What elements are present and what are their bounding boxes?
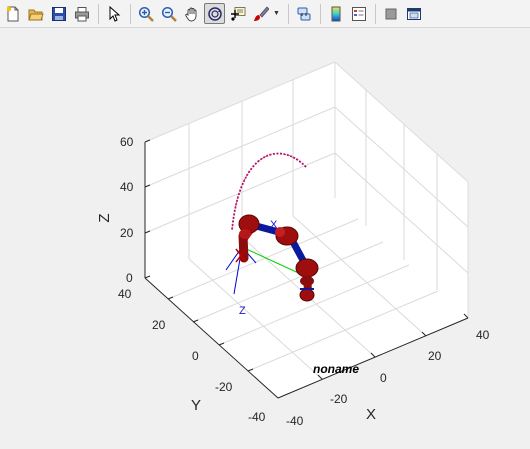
toolbar-separator xyxy=(130,3,131,24)
x-tick-label: -40 xyxy=(286,414,304,428)
x-tick-label: 20 xyxy=(428,349,442,363)
edit-plot-icon xyxy=(109,5,120,22)
print-button[interactable] xyxy=(71,3,92,24)
zoom-in-icon xyxy=(138,6,154,22)
toolbar-separator xyxy=(288,3,289,24)
hide-plot-tools-icon xyxy=(385,8,396,19)
insert-colorbar-button[interactable] xyxy=(325,3,346,24)
toolbar-separator xyxy=(320,3,321,24)
edit-plot-button[interactable] xyxy=(103,3,124,24)
hide-plot-tools-button[interactable] xyxy=(380,3,401,24)
rotate-3d-icon xyxy=(207,6,222,21)
y-tick-label: 40 xyxy=(118,287,132,301)
colorbar-icon xyxy=(331,6,340,21)
insert-legend-button[interactable] xyxy=(348,3,369,24)
z-tick-label: 0 xyxy=(126,271,133,285)
link-plot-button[interactable] xyxy=(293,3,314,24)
open-file-button[interactable] xyxy=(25,3,46,24)
z-tick-label: 20 xyxy=(120,226,134,240)
legend-icon xyxy=(351,6,366,21)
save-icon xyxy=(51,6,66,21)
show-plot-tools-icon xyxy=(406,7,421,20)
brush-button[interactable] xyxy=(250,3,271,24)
figure-toolbar: ▼ xyxy=(0,0,530,28)
chevron-down-icon: ▼ xyxy=(273,10,280,17)
brush-icon xyxy=(253,5,269,21)
brush-dropdown-arrow[interactable]: ▼ xyxy=(273,3,280,24)
z-tick-label: 40 xyxy=(120,180,134,194)
x-tick-label: 0 xyxy=(380,371,387,385)
x-tick-label: -20 xyxy=(330,392,348,406)
data-cursor-icon xyxy=(230,6,245,21)
y-tick-label: 20 xyxy=(152,318,166,332)
z-tick-label: 60 xyxy=(120,135,134,149)
zoom-out-button[interactable] xyxy=(158,3,179,24)
y-axis-label: Y xyxy=(191,397,201,414)
z-axis-label: Z xyxy=(96,213,113,222)
y-tick-label: -20 xyxy=(215,380,233,394)
toolbar-separator xyxy=(375,3,376,24)
zoom-out-icon xyxy=(161,6,177,22)
show-plot-tools-button[interactable] xyxy=(403,3,424,24)
robot-name-label: noname xyxy=(313,362,359,376)
data-cursor-button[interactable] xyxy=(227,3,248,24)
print-icon xyxy=(74,6,89,21)
open-file-icon xyxy=(27,9,44,20)
toolbar-separator xyxy=(98,3,99,24)
x-tick-label: 40 xyxy=(476,328,490,342)
new-figure-button[interactable] xyxy=(2,3,23,24)
y-tick-label: -40 xyxy=(248,410,266,424)
y-tick-label: 0 xyxy=(192,349,199,363)
frame-z-label: Z xyxy=(239,305,246,317)
plot-axes-3d[interactable]: 60 40 20 0 40 20 0 -20 -40 -40 -20 0 20 … xyxy=(0,29,530,449)
save-button[interactable] xyxy=(48,3,69,24)
zoom-in-button[interactable] xyxy=(135,3,156,24)
rotate-3d-button[interactable] xyxy=(204,3,225,24)
x-axis-label: X xyxy=(366,406,376,423)
pan-icon xyxy=(184,7,196,21)
link-plot-icon xyxy=(297,7,310,20)
pan-button[interactable] xyxy=(181,3,202,24)
figure-canvas[interactable]: 60 40 20 0 40 20 0 -20 -40 -40 -20 0 20 … xyxy=(0,29,530,449)
new-figure-icon xyxy=(6,6,18,21)
